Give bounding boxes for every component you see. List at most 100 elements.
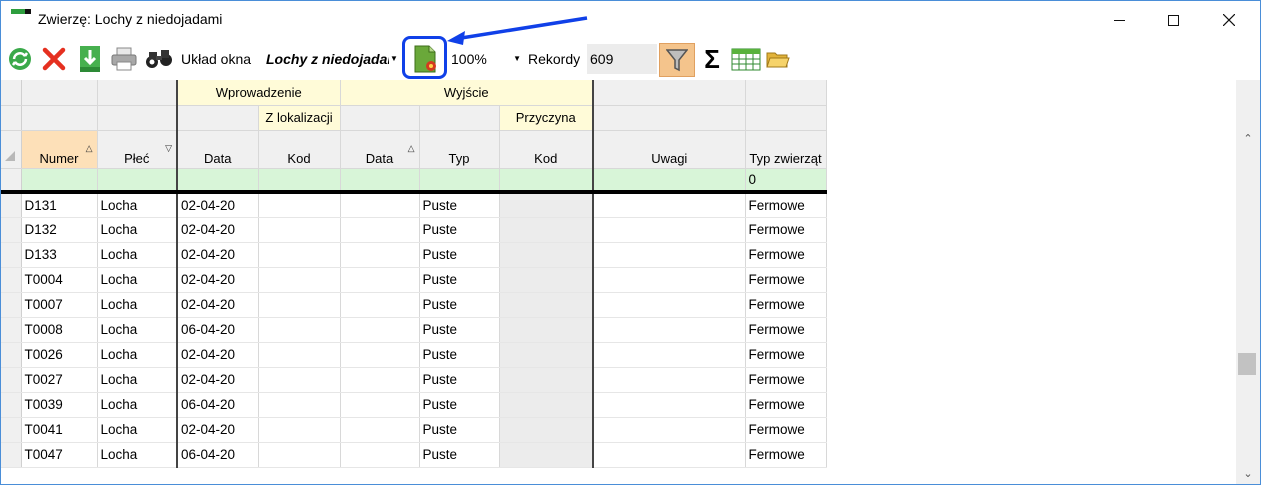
cell-numer[interactable]: T0041 [21, 417, 98, 443]
column-header-numer[interactable]: Numer △ [21, 130, 98, 169]
filter-cell-typ-zwierzat[interactable]: 0 [745, 168, 827, 194]
cell-kod-wprowadzenie[interactable] [258, 242, 341, 268]
cell-kod-wprowadzenie[interactable] [258, 442, 341, 468]
cell-data-wyjscie[interactable] [340, 217, 420, 243]
cell-kod-wyjscie[interactable] [499, 217, 594, 243]
cell-kod-wprowadzenie[interactable] [258, 392, 341, 418]
cell-uwagi[interactable] [593, 367, 746, 393]
cell-kod-wyjscie[interactable] [499, 242, 594, 268]
cell-kod-wprowadzenie[interactable] [258, 267, 341, 293]
column-header-data-wyjscie[interactable]: Data △ [340, 130, 420, 169]
cell-typ[interactable]: Puste [419, 292, 500, 318]
columns-button[interactable] [730, 45, 762, 73]
cell-plec[interactable]: Locha [97, 217, 178, 243]
table-row[interactable]: T0004 Locha 02-04-20 Puste Fermowe [1, 267, 827, 293]
cell-data-wyjscie[interactable] [340, 292, 420, 318]
row-header[interactable] [1, 367, 22, 393]
vertical-scrollbar[interactable]: ⌃ ⌄ [1236, 80, 1260, 484]
cell-kod-wprowadzenie[interactable] [258, 292, 341, 318]
cell-data-wyjscie[interactable] [340, 267, 420, 293]
row-header[interactable] [1, 342, 22, 368]
cell-typ-zwierzat[interactable]: Fermowe [745, 317, 827, 343]
filter-cell[interactable] [499, 168, 594, 194]
filter-cell[interactable] [340, 168, 420, 194]
cell-kod-wyjscie[interactable] [499, 367, 594, 393]
cell-plec[interactable]: Locha [97, 342, 178, 368]
cell-numer[interactable]: T0004 [21, 267, 98, 293]
cell-data-wyjscie[interactable] [340, 242, 420, 268]
table-row[interactable]: T0008 Locha 06-04-20 Puste Fermowe [1, 317, 827, 343]
filter-cell[interactable] [593, 168, 746, 194]
cell-plec[interactable]: Locha [97, 367, 178, 393]
cell-plec[interactable]: Locha [97, 392, 178, 418]
cell-numer[interactable]: T0026 [21, 342, 98, 368]
cell-data-wyjscie[interactable] [340, 192, 420, 218]
cell-numer[interactable]: T0047 [21, 442, 98, 468]
cell-kod-wprowadzenie[interactable] [258, 342, 341, 368]
cell-plec[interactable]: Locha [97, 292, 178, 318]
table-row[interactable]: D131 Locha 02-04-20 Puste Fermowe [1, 192, 827, 218]
filter-cell[interactable] [258, 168, 341, 194]
layout-select[interactable]: Lochy z niedojadami ▼ [263, 48, 399, 70]
cell-typ[interactable]: Puste [419, 267, 500, 293]
cell-data-wprowadzenie[interactable]: 02-04-20 [177, 292, 259, 318]
cell-data-wyjscie[interactable] [340, 417, 420, 443]
cell-plec[interactable]: Locha [97, 317, 178, 343]
cell-typ[interactable]: Puste [419, 367, 500, 393]
cell-typ[interactable]: Puste [419, 192, 500, 218]
cell-data-wprowadzenie[interactable]: 02-04-20 [177, 192, 259, 218]
cell-numer[interactable]: D133 [21, 242, 98, 268]
cell-uwagi[interactable] [593, 342, 746, 368]
cell-data-wprowadzenie[interactable]: 02-04-20 [177, 217, 259, 243]
cell-kod-wprowadzenie[interactable] [258, 317, 341, 343]
table-row[interactable]: D133 Locha 02-04-20 Puste Fermowe [1, 242, 827, 268]
delete-button[interactable] [39, 45, 69, 73]
cell-kod-wyjscie[interactable] [499, 417, 594, 443]
cell-typ[interactable]: Puste [419, 342, 500, 368]
maximize-button[interactable] [1150, 1, 1196, 39]
column-header-data-wprowadzenie[interactable]: Data [177, 130, 259, 169]
cell-uwagi[interactable] [593, 267, 746, 293]
cell-data-wyjscie[interactable] [340, 442, 420, 468]
table-row[interactable]: D132 Locha 02-04-20 Puste Fermowe [1, 217, 827, 243]
row-header[interactable] [1, 242, 22, 268]
cell-typ[interactable]: Puste [419, 392, 500, 418]
row-header[interactable] [1, 392, 22, 418]
filter-cell[interactable] [177, 168, 259, 194]
filter-cell[interactable] [21, 168, 98, 194]
table-row[interactable]: T0027 Locha 02-04-20 Puste Fermowe [1, 367, 827, 393]
cell-uwagi[interactable] [593, 442, 746, 468]
cell-uwagi[interactable] [593, 192, 746, 218]
cell-data-wprowadzenie[interactable]: 02-04-20 [177, 242, 259, 268]
cell-data-wprowadzenie[interactable]: 02-04-20 [177, 267, 259, 293]
find-button[interactable] [143, 45, 175, 73]
cell-plec[interactable]: Locha [97, 442, 178, 468]
filter-cell[interactable] [419, 168, 500, 194]
cell-data-wprowadzenie[interactable]: 02-04-20 [177, 342, 259, 368]
row-header[interactable] [1, 192, 22, 218]
column-header-kod-wyjscie[interactable]: Kod [499, 130, 594, 169]
cell-uwagi[interactable] [593, 392, 746, 418]
row-header[interactable] [1, 442, 22, 468]
cell-typ-zwierzat[interactable]: Fermowe [745, 442, 827, 468]
table-row[interactable]: T0007 Locha 02-04-20 Puste Fermowe [1, 292, 827, 318]
cell-uwagi[interactable] [593, 292, 746, 318]
cell-uwagi[interactable] [593, 317, 746, 343]
cell-numer[interactable]: T0007 [21, 292, 98, 318]
column-header-typ-zwierzat[interactable]: Typ zwierząt [745, 130, 827, 169]
row-header[interactable] [1, 217, 22, 243]
cell-data-wprowadzenie[interactable]: 02-04-20 [177, 417, 259, 443]
column-header-kod-wprowadzenie[interactable]: Kod [258, 130, 341, 169]
cell-typ-zwierzat[interactable]: Fermowe [745, 242, 827, 268]
row-header[interactable] [1, 267, 22, 293]
table-row[interactable]: T0041 Locha 02-04-20 Puste Fermowe [1, 417, 827, 443]
cell-kod-wyjscie[interactable] [499, 317, 594, 343]
open-button[interactable] [765, 45, 791, 73]
cell-typ-zwierzat[interactable]: Fermowe [745, 342, 827, 368]
select-all-corner[interactable] [1, 130, 22, 169]
export-button[interactable] [75, 45, 105, 73]
cell-typ-zwierzat[interactable]: Fermowe [745, 417, 827, 443]
cell-uwagi[interactable] [593, 242, 746, 268]
row-header[interactable] [1, 292, 22, 318]
cell-numer[interactable]: T0008 [21, 317, 98, 343]
